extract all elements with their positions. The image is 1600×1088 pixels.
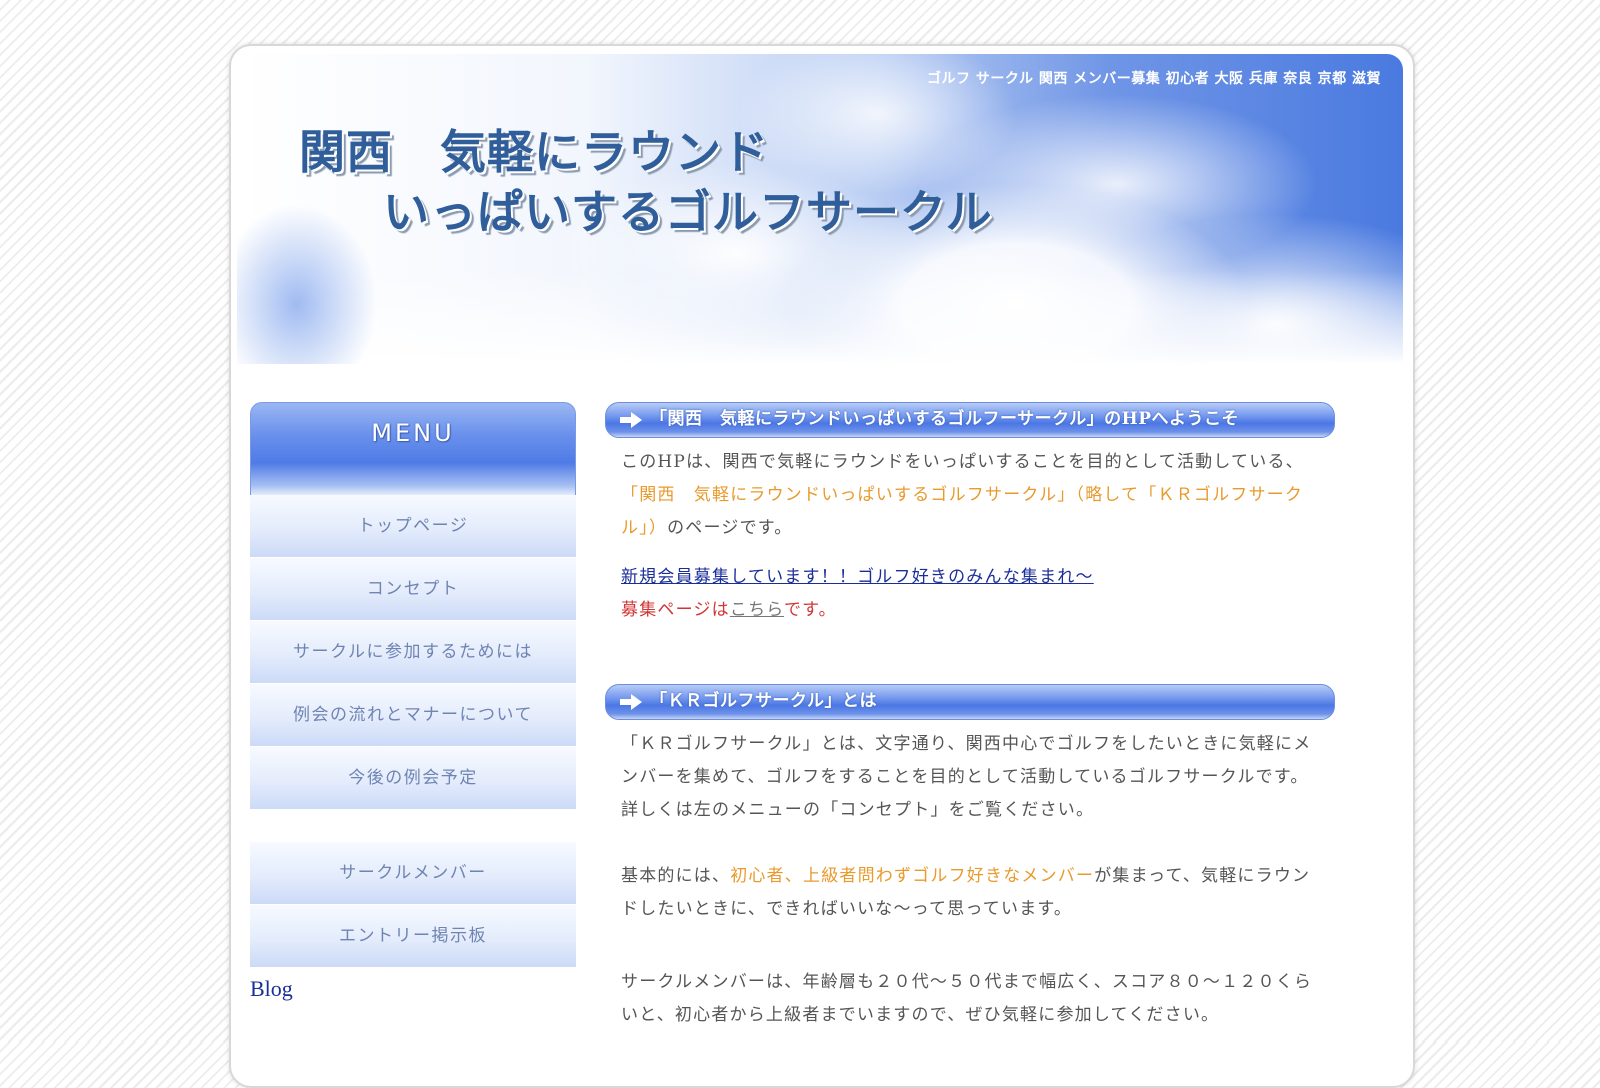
section-header-welcome: 「関西 気軽にラウンドいっぱいするゴルフーサークル」のHPへようこそ — [605, 402, 1335, 438]
recruit-notice: 新規会員募集しています！！ゴルフ好きのみんな集まれ〜 募集ページはこちらです。 — [605, 561, 1335, 627]
site-title-line1: 関西 気軽にラウンド — [299, 125, 769, 179]
menu-item-upcoming-meetings[interactable]: 今後の例会予定 — [250, 747, 576, 810]
recruit-here-link[interactable]: こちら — [730, 600, 784, 620]
welcome-intro-text-a: このHPは、関西で気軽にラウンドをいっぱいすることを目的として活動している、 — [621, 452, 1304, 472]
about-paragraph-2: 基本的には、初心者、上級者問わずゴルフ好きなメンバーが集まって、気軽にラウンドし… — [605, 860, 1335, 926]
about-paragraph-1: 「ＫＲゴルフサークル」とは、文字通り、関西中心でゴルフをしたいときに気軽にメンバ… — [621, 734, 1312, 820]
site-title-line2: いっぱいするゴルフサークル — [383, 185, 993, 239]
about-p2-highlight: 初心者、上級者問わずゴルフ好きなメンバー — [730, 866, 1095, 886]
menu-heading-label: MENU — [371, 419, 455, 447]
recruit-link[interactable]: 新規会員募集しています！！ゴルフ好きのみんな集まれ〜 — [621, 567, 1094, 587]
header-keywords: ゴルフ サークル 関西 メンバー募集 初心者 大阪 兵庫 奈良 京都 滋賀 — [927, 71, 1381, 87]
menu-item-meeting-flow-manners[interactable]: 例会の流れとマナーについて — [250, 684, 576, 747]
menu-item-how-to-join[interactable]: サークルに参加するためには — [250, 621, 576, 684]
about-paragraph-3: サークルメンバーは、年齢層も２０代〜５０代まで幅広く、スコア８０〜１２０くらいと… — [621, 972, 1313, 1025]
menu-item-circle-members[interactable]: サークルメンバー — [250, 842, 576, 905]
menu-heading: MENU — [250, 402, 576, 495]
about-p2-text-a: 基本的には、 — [621, 866, 731, 886]
menu-item-concept[interactable]: コンセプト — [250, 558, 576, 621]
section-title-about: 「ＫＲゴルフサークル」とは — [650, 691, 877, 711]
arrow-right-icon — [620, 694, 642, 710]
welcome-intro-text-b: のページです。 — [667, 518, 793, 538]
arrow-right-icon — [620, 412, 642, 428]
section-title-welcome: 「関西 気軽にラウンドいっぱいするゴルフーサークル」のHPへようこそ — [650, 409, 1239, 429]
page-container: ゴルフ サークル 関西 メンバー募集 初心者 大阪 兵庫 奈良 京都 滋賀 関西… — [229, 44, 1415, 1088]
header-banner: ゴルフ サークル 関西 メンバー募集 初心者 大阪 兵庫 奈良 京都 滋賀 関西… — [237, 54, 1403, 364]
welcome-intro: このHPは、関西で気軽にラウンドをいっぱいすることを目的として活動している、「関… — [605, 446, 1335, 545]
menu-spacer — [250, 810, 576, 842]
main-content: 「関西 気軽にラウンドいっぱいするゴルフーサークル」のHPへようこそ このHPは… — [605, 402, 1335, 1032]
recruit-suffix: です。 — [783, 600, 837, 620]
menu-item-entry-board[interactable]: エントリー掲示板 — [250, 905, 576, 968]
blog-link[interactable]: Blog — [250, 976, 576, 1002]
sidebar-menu: MENU トップページ コンセプト サークルに参加するためには 例会の流れとマナ… — [250, 402, 576, 1002]
section-header-about: 「ＫＲゴルフサークル」とは — [605, 684, 1335, 720]
menu-item-top-page[interactable]: トップページ — [250, 495, 576, 558]
recruit-prefix: 募集ページは — [621, 600, 730, 620]
